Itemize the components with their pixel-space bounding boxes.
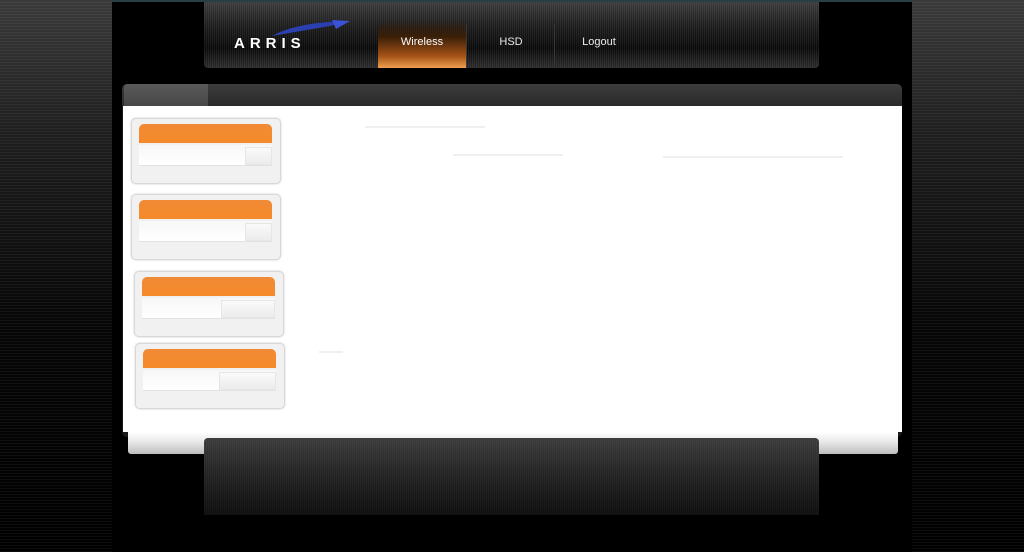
nav-tab-hsd[interactable]: HSD: [467, 20, 555, 68]
card-row: [142, 298, 275, 319]
card-header: [142, 277, 275, 296]
background-left-texture: [0, 0, 112, 552]
header-bar: ARRIS Wireless HSD Logout: [204, 2, 819, 68]
faint-content-line: [663, 156, 843, 158]
logo-text: ARRIS: [234, 35, 306, 52]
footer-bar: [204, 438, 819, 515]
panel-tab-active[interactable]: [124, 84, 208, 106]
content-area: [123, 106, 902, 454]
panel-tab-bar: [122, 84, 902, 106]
card-header: [143, 349, 276, 368]
card-row: [139, 145, 272, 166]
card-action-button[interactable]: [219, 372, 276, 390]
sidebar-card[interactable]: [134, 271, 284, 337]
sidebar-card[interactable]: [131, 118, 281, 184]
main-panel: [122, 84, 902, 454]
card-action-button[interactable]: [221, 300, 275, 318]
background-right-texture: [912, 0, 1024, 552]
nav-tab-wireless[interactable]: Wireless: [378, 20, 466, 68]
card-action-button[interactable]: [245, 147, 272, 165]
faint-content-line: [319, 351, 343, 353]
card-action-button[interactable]: [245, 223, 272, 241]
arris-logo[interactable]: ARRIS: [234, 20, 350, 56]
faint-content-line: [453, 154, 563, 156]
sidebar-card[interactable]: [131, 194, 281, 260]
card-header: [139, 124, 272, 143]
card-row: [139, 221, 272, 242]
card-header: [139, 200, 272, 219]
sidebar-card[interactable]: [135, 343, 285, 409]
nav-tab-logout[interactable]: Logout: [555, 20, 643, 68]
card-row: [143, 370, 276, 391]
faint-content-line: [365, 126, 485, 128]
